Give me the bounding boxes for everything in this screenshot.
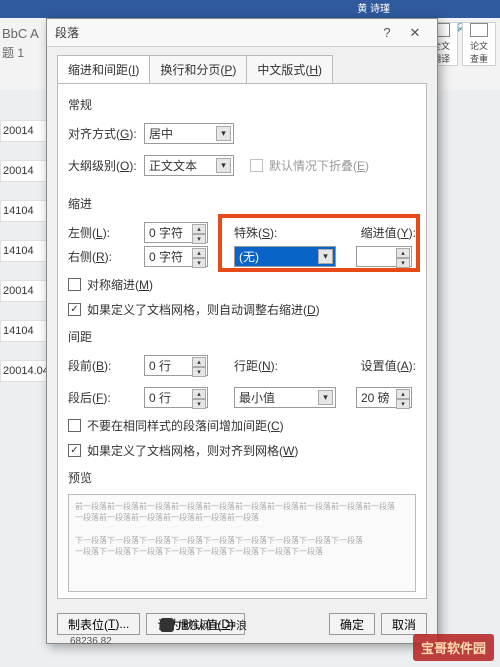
dialog-titlebar: 段落 ? ✕ xyxy=(47,19,437,47)
app-titlebar xyxy=(0,0,500,18)
special-indent-combo[interactable]: (无)▾ xyxy=(234,246,336,267)
section-general: 常规 xyxy=(68,96,416,113)
spin-down-icon: ▾ xyxy=(192,367,206,377)
spin-up-icon: ▴ xyxy=(396,248,410,258)
checkbox-icon xyxy=(68,419,81,432)
checkbox-checked-icon: ✓ xyxy=(68,303,81,316)
cancel-button[interactable]: 取消 xyxy=(381,613,427,635)
section-indent: 缩进 xyxy=(68,195,416,212)
indent-by-label: 缩进值(Y): xyxy=(361,224,416,241)
close-button[interactable]: ✕ xyxy=(401,25,429,41)
spin-up-icon: ▴ xyxy=(192,357,206,367)
space-before-spinner[interactable]: 0 行▴▾ xyxy=(144,355,208,376)
tabs-button[interactable]: 制表位(T)... xyxy=(57,613,140,635)
doc-cell: 20014 xyxy=(0,120,48,142)
help-button[interactable]: ? xyxy=(373,25,401,40)
auto-adjust-indent-checkbox[interactable]: ✓如果定义了文档网格，则自动调整右缩进(D) xyxy=(68,301,416,318)
spin-down-icon: ▾ xyxy=(396,258,410,268)
indent-right-label: 右侧(R): xyxy=(68,248,138,265)
section-spacing: 间距 xyxy=(68,328,416,345)
spin-down-icon: ▾ xyxy=(192,258,206,268)
spin-up-icon: ▴ xyxy=(192,224,206,234)
spin-up-icon: ▴ xyxy=(396,389,410,399)
outline-label: 大纲级别(O): xyxy=(68,157,138,174)
preview-pane: 前一段落前一段落前一段落前一段落前一段落前一段落前一段落前一段落前一段落前一段落… xyxy=(68,494,416,592)
mirror-indent-checkbox[interactable]: 对称缩进(M) xyxy=(68,276,416,293)
spin-down-icon: ▾ xyxy=(192,234,206,244)
special-label: 特殊(S): xyxy=(234,224,296,241)
style-preview-text: BbC A xyxy=(2,26,39,41)
chevron-down-icon: ▾ xyxy=(216,158,231,173)
doc-cell: 14104 xyxy=(0,320,48,342)
chevron-down-icon: ▾ xyxy=(318,249,333,264)
snap-to-grid-checkbox[interactable]: ✓如果定义了文档网格，则对齐到网格(W) xyxy=(68,442,416,459)
spin-up-icon: ▴ xyxy=(192,248,206,258)
indent-right-spinner[interactable]: 0 字符▴▾ xyxy=(144,246,208,267)
at-label: 设置值(A): xyxy=(361,357,416,374)
tab-indent-spacing[interactable]: 缩进和间距(I) xyxy=(57,55,150,83)
section-preview: 预览 xyxy=(68,469,416,486)
dialog-body: 常规 对齐方式(G): 居中▾ 大纲级别(O): 正文文本▾ 默认情况下折叠(E… xyxy=(57,84,427,599)
doc-cell: 20014 xyxy=(0,160,48,182)
alignment-combo[interactable]: 居中▾ xyxy=(144,123,234,144)
tab-line-page-breaks[interactable]: 换行和分页(P) xyxy=(149,55,247,83)
spin-down-icon: ▾ xyxy=(192,399,206,409)
indent-left-label: 左侧(L): xyxy=(68,224,138,241)
user-name: 黄 诗瑾 xyxy=(357,0,390,15)
ok-button[interactable]: 确定 xyxy=(329,613,375,635)
dialog-title: 段落 xyxy=(55,24,79,41)
chevron-down-icon: ▾ xyxy=(216,126,231,141)
collapse-checkbox[interactable]: 默认情况下折叠(E) xyxy=(250,157,369,174)
wechat-author: 旭东网上 冲浪 xyxy=(160,617,247,633)
indent-left-spinner[interactable]: 0 字符▴▾ xyxy=(144,222,208,243)
alignment-label: 对齐方式(G): xyxy=(68,125,138,142)
no-space-same-style-checkbox[interactable]: 不要在相同样式的段落间增加间距(C) xyxy=(68,417,416,434)
doc-cell: 20014.04 xyxy=(0,360,48,382)
dialog-tabs: 缩进和间距(I) 换行和分页(P) 中文版式(H) xyxy=(57,55,427,84)
papercheck-icon xyxy=(470,23,488,37)
checkbox-icon xyxy=(250,159,263,172)
at-value-spinner[interactable]: 20 磅▴▾ xyxy=(356,387,412,408)
document-column: 20014 20014 14104 14104 20014 14104 2001… xyxy=(0,120,48,382)
outline-combo[interactable]: 正文文本▾ xyxy=(144,155,234,176)
doc-number: 68236.82 xyxy=(70,636,112,647)
ribbon-papercheck-button[interactable]: 论文 查重 xyxy=(462,22,496,66)
line-spacing-label: 行距(N): xyxy=(234,357,296,374)
line-spacing-combo[interactable]: 最小值▾ xyxy=(234,387,336,408)
doc-cell: 14104 xyxy=(0,200,48,222)
space-after-label: 段后(F): xyxy=(68,389,138,406)
indent-by-spinner[interactable]: ▴▾ xyxy=(356,246,412,267)
doc-cell: 20014 xyxy=(0,280,48,302)
spin-up-icon: ▴ xyxy=(192,389,206,399)
spin-down-icon: ▾ xyxy=(396,399,410,409)
doc-cell: 14104 xyxy=(0,240,48,262)
checkbox-icon xyxy=(68,278,81,291)
checkbox-checked-icon: ✓ xyxy=(68,444,81,457)
style-label: 题 1 xyxy=(2,44,24,61)
space-before-label: 段前(B): xyxy=(68,357,138,374)
chevron-down-icon: ▾ xyxy=(318,390,333,405)
paragraph-dialog: 段落 ? ✕ 缩进和间距(I) 换行和分页(P) 中文版式(H) 常规 对齐方式… xyxy=(46,18,438,644)
tab-asian-typography[interactable]: 中文版式(H) xyxy=(246,55,333,83)
watermark: 宝哥软件园 xyxy=(413,634,494,661)
wechat-icon xyxy=(160,618,174,632)
space-after-spinner[interactable]: 0 行▴▾ xyxy=(144,387,208,408)
